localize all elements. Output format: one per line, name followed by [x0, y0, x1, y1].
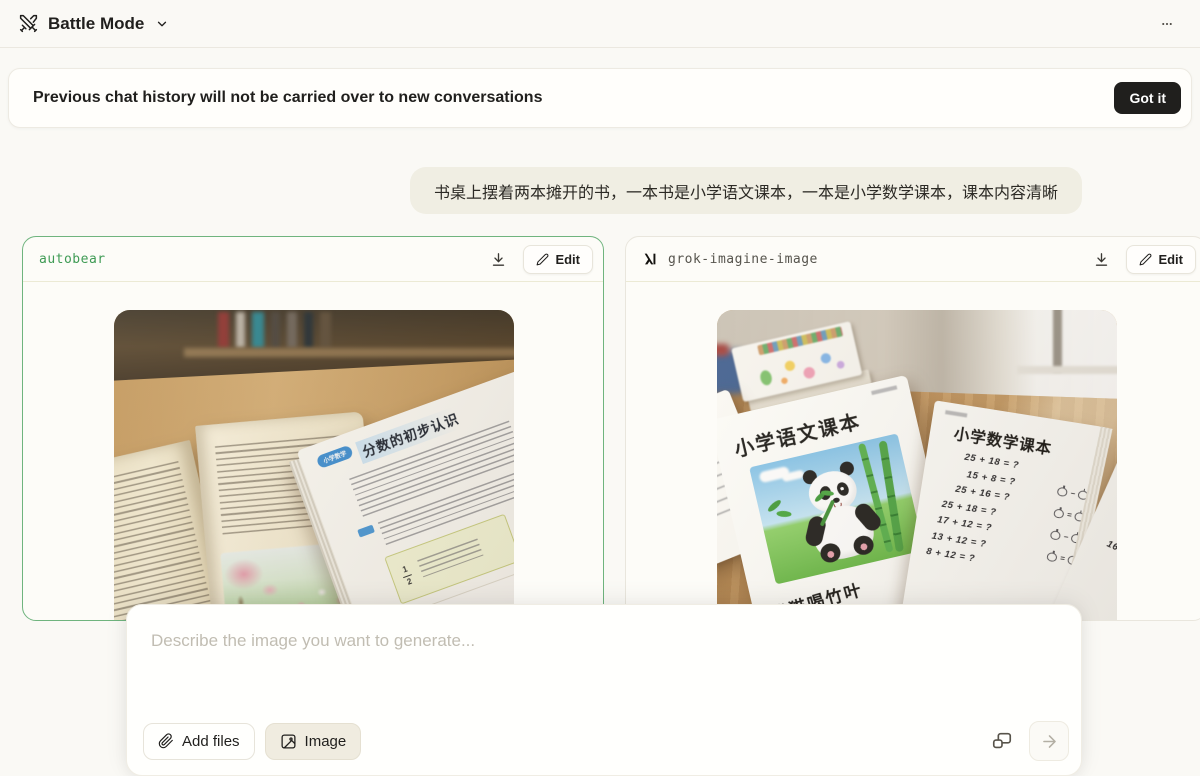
model-name-grok: grok-imagine-image [668, 252, 818, 267]
fraction-note-lines [417, 538, 485, 581]
book-spines [218, 312, 331, 348]
add-files-button[interactable]: Add files [143, 723, 255, 760]
ellipsis-icon [1158, 15, 1176, 33]
notice-banner: Previous chat history will not be carrie… [8, 68, 1192, 128]
image-icon [280, 733, 297, 750]
arrow-right-icon [1040, 732, 1059, 751]
example-tag [357, 525, 375, 538]
paperclip-icon [158, 733, 174, 749]
shelf-board [184, 348, 514, 357]
window-sill [1017, 366, 1117, 374]
math-book-logo: 小学数学 [316, 445, 354, 470]
panda-illustration [749, 433, 924, 584]
more-options-button[interactable] [1154, 11, 1180, 37]
pencil-icon [536, 253, 549, 266]
add-files-label: Add files [182, 733, 240, 750]
generated-image-grok[interactable]: 文课本 小学语文课本 [717, 310, 1117, 620]
send-button[interactable] [1029, 721, 1069, 761]
model-panel-autobear: autobear Edit [22, 236, 604, 621]
blurred-object-tip [717, 344, 729, 356]
composer-right-tools [989, 721, 1069, 761]
edit-label: Edit [1158, 252, 1183, 267]
user-message-text: 书桌上摆着两本摊开的书，一本书是小学语文课本，一本是小学数学课本，课本内容清晰 [434, 179, 1058, 203]
window-frame [1053, 310, 1062, 372]
generated-image-autobear[interactable]: 小学数学分数的初步认识 12 [114, 310, 514, 620]
battle-mode-selector[interactable]: Battle Mode [18, 13, 169, 34]
panel-header: autobear Edit [23, 237, 603, 282]
download-button[interactable] [1089, 247, 1114, 272]
crossed-swords-icon [18, 13, 39, 34]
download-icon [490, 251, 507, 268]
panel-header: grok-imagine-image Edit [626, 237, 1200, 282]
model-name-autobear: autobear [39, 252, 106, 267]
edit-label: Edit [555, 252, 580, 267]
user-message-bubble: 书桌上摆着两本摊开的书，一本书是小学语文课本，一本是小学数学课本，课本内容清晰 [410, 167, 1082, 214]
notice-text: Previous chat history will not be carrie… [33, 89, 542, 107]
fraction: 12 [399, 564, 415, 587]
panel-body: 文课本 小学语文课本 [626, 282, 1200, 620]
panel-actions: Edit [486, 245, 593, 274]
download-icon [1093, 251, 1110, 268]
small-print [945, 410, 967, 417]
edit-button[interactable]: Edit [1126, 245, 1196, 274]
model-panel-grok: grok-imagine-image Edit [625, 236, 1200, 621]
battle-mode-label: Battle Mode [48, 14, 144, 34]
top-bar: Battle Mode [0, 0, 1200, 48]
got-it-button[interactable]: Got it [1114, 82, 1181, 114]
open-math-textbook: 小学数学课本 25 + 18 = ? 15 + 8 = ? 25 + 16 = … [898, 400, 1117, 620]
composer-toolbar: Add files Image [143, 721, 1069, 761]
prompt-input[interactable] [151, 631, 1057, 689]
image-mode-button[interactable]: Image [265, 723, 362, 760]
edit-button[interactable]: Edit [523, 245, 593, 274]
panel-actions: Edit [1089, 245, 1196, 274]
small-print [871, 385, 897, 395]
pencil-icon [1139, 253, 1152, 266]
image-mode-label: Image [305, 733, 347, 750]
xai-logo-icon [642, 251, 658, 267]
chevron-down-icon [155, 17, 169, 31]
download-button[interactable] [486, 247, 511, 272]
prompt-composer: Add files Image [126, 604, 1082, 776]
aspect-ratio-button[interactable] [989, 728, 1015, 754]
panel-body: 小学数学分数的初步认识 12 [23, 282, 603, 620]
aspect-ratio-icon [991, 730, 1013, 752]
